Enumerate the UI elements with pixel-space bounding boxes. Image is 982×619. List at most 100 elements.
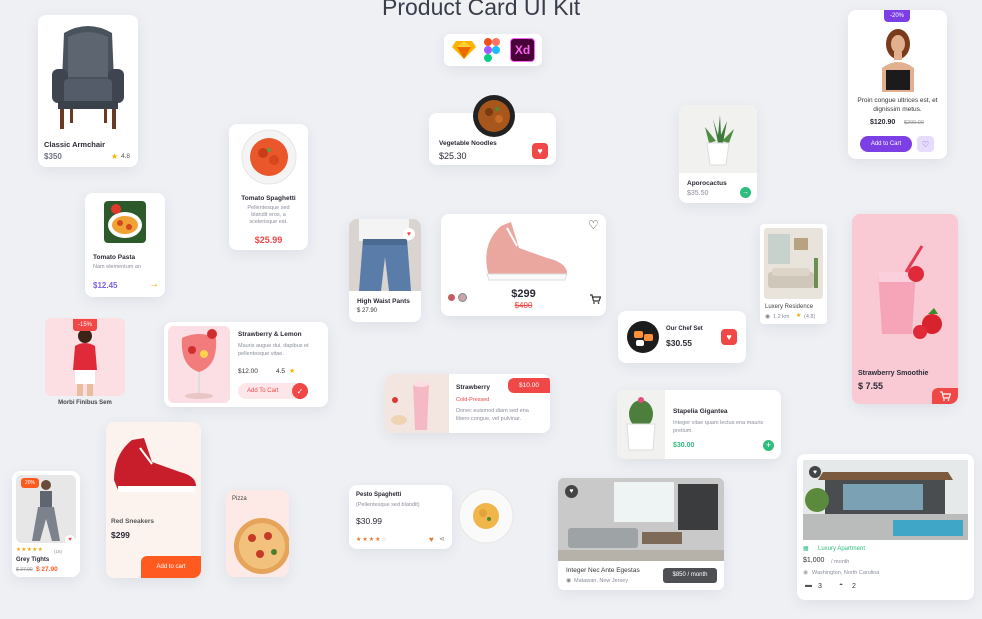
sketch-icon	[452, 40, 476, 60]
add-button[interactable]: +	[763, 440, 774, 451]
product-price: $299	[511, 288, 536, 300]
arrow-right-icon[interactable]: →	[149, 279, 159, 290]
card-our-chef-set[interactable]: Our Chef Set $30.55 ♥	[618, 311, 746, 363]
card-classic-armchair[interactable]: Classic Armchair $350 ★ 4.8	[38, 15, 138, 167]
favorite-button[interactable]: ♥	[65, 535, 75, 545]
product-description: Nam elementum an	[93, 264, 141, 270]
star-icon: ★	[796, 313, 802, 319]
favorite-button[interactable]: ♥	[403, 228, 415, 240]
bath-icon: ◓	[839, 582, 844, 589]
discount-badge: -20%	[884, 10, 910, 22]
heart-icon[interactable]: ♥	[429, 535, 434, 544]
price-badge: $850 / month	[663, 568, 717, 583]
product-name: Aporocactus	[687, 180, 727, 187]
share-icon[interactable]: ⋖	[439, 535, 445, 543]
product-name: Grey Tights	[16, 557, 50, 563]
product-price: $25.30	[439, 151, 467, 161]
page-title: Product Card UI Kit	[382, 0, 581, 20]
xd-icon: Xd	[510, 38, 535, 62]
check-icon: ✓	[296, 386, 304, 396]
noodle-bowl-image	[472, 94, 516, 138]
old-price: $ 37.90	[16, 567, 33, 573]
product-name: Tomato Spaghetti	[241, 195, 296, 202]
product-price: $299	[111, 530, 130, 540]
favorite-button[interactable]: ♥	[565, 485, 578, 498]
discount-badge: -15%	[73, 319, 97, 331]
card-apartment-new-jersey[interactable]: ♥ Integer Nec Ante Egestas ◉ Matawan, Ne…	[558, 478, 724, 590]
confirm-button[interactable]: ✓	[292, 383, 308, 399]
product-name: Pizza	[232, 496, 247, 502]
product-name: Pesto Spaghetti	[356, 492, 402, 498]
property-tag: Luxury Apartment	[818, 546, 866, 552]
xd-label: Xd	[514, 43, 531, 57]
add-to-cart-label: Add to Cart	[870, 141, 902, 147]
card-pizza[interactable]: Pizza	[226, 490, 289, 577]
card-grey-tights[interactable]: 20% ♥ ★★★★★ (16) Grey Tights $ 37.90 $ 2…	[12, 471, 80, 577]
product-price: $30.00	[673, 442, 695, 449]
add-to-cart-button[interactable]	[932, 388, 958, 404]
cactus-image	[617, 390, 665, 459]
card-strawberry-smoothie[interactable]: Strawberry Smoothie $ 7.55	[852, 214, 958, 404]
heart-icon: ♥	[68, 537, 72, 543]
card-tomato-spaghetti[interactable]: Tomato Spaghetti Pellentesque sed blandi…	[229, 124, 308, 250]
location-pin-icon: ◉	[803, 570, 809, 576]
card-promo-model[interactable]: -20% Proin congue ultrices est, et digni…	[848, 10, 947, 159]
product-name: Strawberry Smoothie	[858, 370, 929, 377]
tool-icons: Xd	[444, 34, 542, 66]
product-name: Strawberry	[456, 384, 490, 391]
card-tomato-pasta[interactable]: Tomato Pasta Nam elementum an $12.45 →	[85, 193, 165, 297]
card-stapelia-gigantea[interactable]: Stapelia Gigantea Integer vitae quam lec…	[617, 390, 781, 459]
product-name: Our Chef Set	[666, 326, 703, 332]
cart-icon[interactable]	[590, 294, 601, 304]
star-rating: ★★★★★	[16, 547, 44, 553]
product-name: Classic Armchair	[44, 140, 106, 149]
go-button[interactable]: →	[740, 187, 751, 198]
strawberry-drink-image	[385, 374, 449, 433]
star-rating: ★★★★☆	[356, 537, 388, 543]
card-morbi-finibus-sem[interactable]: -15% Morbi Finibus Sem	[45, 318, 125, 410]
card-strawberry-cold-pressed[interactable]: Strawberry $10.00 Cold-Pressed Donec eui…	[385, 374, 550, 433]
old-price: $400	[514, 301, 533, 310]
product-price: $12.00	[238, 368, 258, 375]
review-count: (16)	[54, 549, 63, 554]
promo-text: Proin congue ultrices est, et dignissim …	[857, 97, 938, 113]
product-price: $ 27.90	[357, 308, 378, 314]
favorite-outline-icon[interactable]: ♡	[588, 218, 599, 232]
villa-image	[803, 460, 968, 540]
heart-outline-icon: ♡	[921, 139, 930, 149]
product-name: Morbi Finibus Sem	[58, 400, 112, 406]
rating-value: (4.8)	[804, 314, 816, 320]
card-red-sneakers[interactable]: Red Sneakers $299 Add to cart	[106, 422, 201, 578]
card-luxury-apartment[interactable]: ♥ ▦ Luxury Apartment $1,000 / month ◉ Wa…	[797, 454, 974, 600]
card-aporocactus[interactable]: Aporocactus $35.50 →	[679, 105, 757, 203]
location-pin-icon: ◉	[765, 314, 771, 320]
card-high-waist-pants[interactable]: ♥ High Waist Pants $ 27.90	[349, 219, 421, 322]
pesto-plate-image	[458, 488, 514, 544]
bath-count: 2	[852, 583, 856, 590]
sneaker-image	[477, 218, 573, 284]
star-icon: ★	[111, 152, 119, 161]
product-tag: Cold-Pressed	[456, 397, 490, 403]
apartment-image	[558, 478, 724, 561]
heart-icon: ♥	[537, 146, 543, 156]
product-price: $1,000	[803, 557, 825, 564]
product-price: $120.90	[870, 119, 896, 126]
discount-badge: 20%	[21, 478, 39, 488]
add-to-cart-label: Add to cart	[156, 564, 186, 570]
add-to-cart-button[interactable]: Add to Cart	[860, 136, 912, 152]
card-pink-sneaker[interactable]: ♡ $299 $400	[441, 214, 606, 316]
product-price: $30.99	[356, 516, 382, 526]
card-strawberry-lemon[interactable]: Strawberry & Lemon Mauris augue dui, dap…	[164, 322, 328, 407]
residence-image	[764, 228, 823, 299]
add-to-cart-button[interactable]: Add to cart	[141, 556, 201, 578]
armchair-image	[46, 21, 130, 133]
property-name: Luxery Residence	[765, 304, 814, 310]
favorite-button[interactable]: ♡	[917, 136, 934, 152]
favorite-button[interactable]: ♥	[721, 329, 737, 345]
favorite-button[interactable]: ♥	[809, 466, 821, 478]
card-pesto-spaghetti[interactable]: Pesto Spaghetti (Pellentesque sed blandi…	[349, 485, 452, 549]
card-luxery-residence[interactable]: Luxery Residence ◉ 1.2 km ★ (4.8)	[760, 224, 827, 324]
cart-icon	[939, 391, 951, 401]
aporocactus-image	[679, 105, 757, 173]
favorite-button[interactable]: ♥	[532, 143, 548, 159]
